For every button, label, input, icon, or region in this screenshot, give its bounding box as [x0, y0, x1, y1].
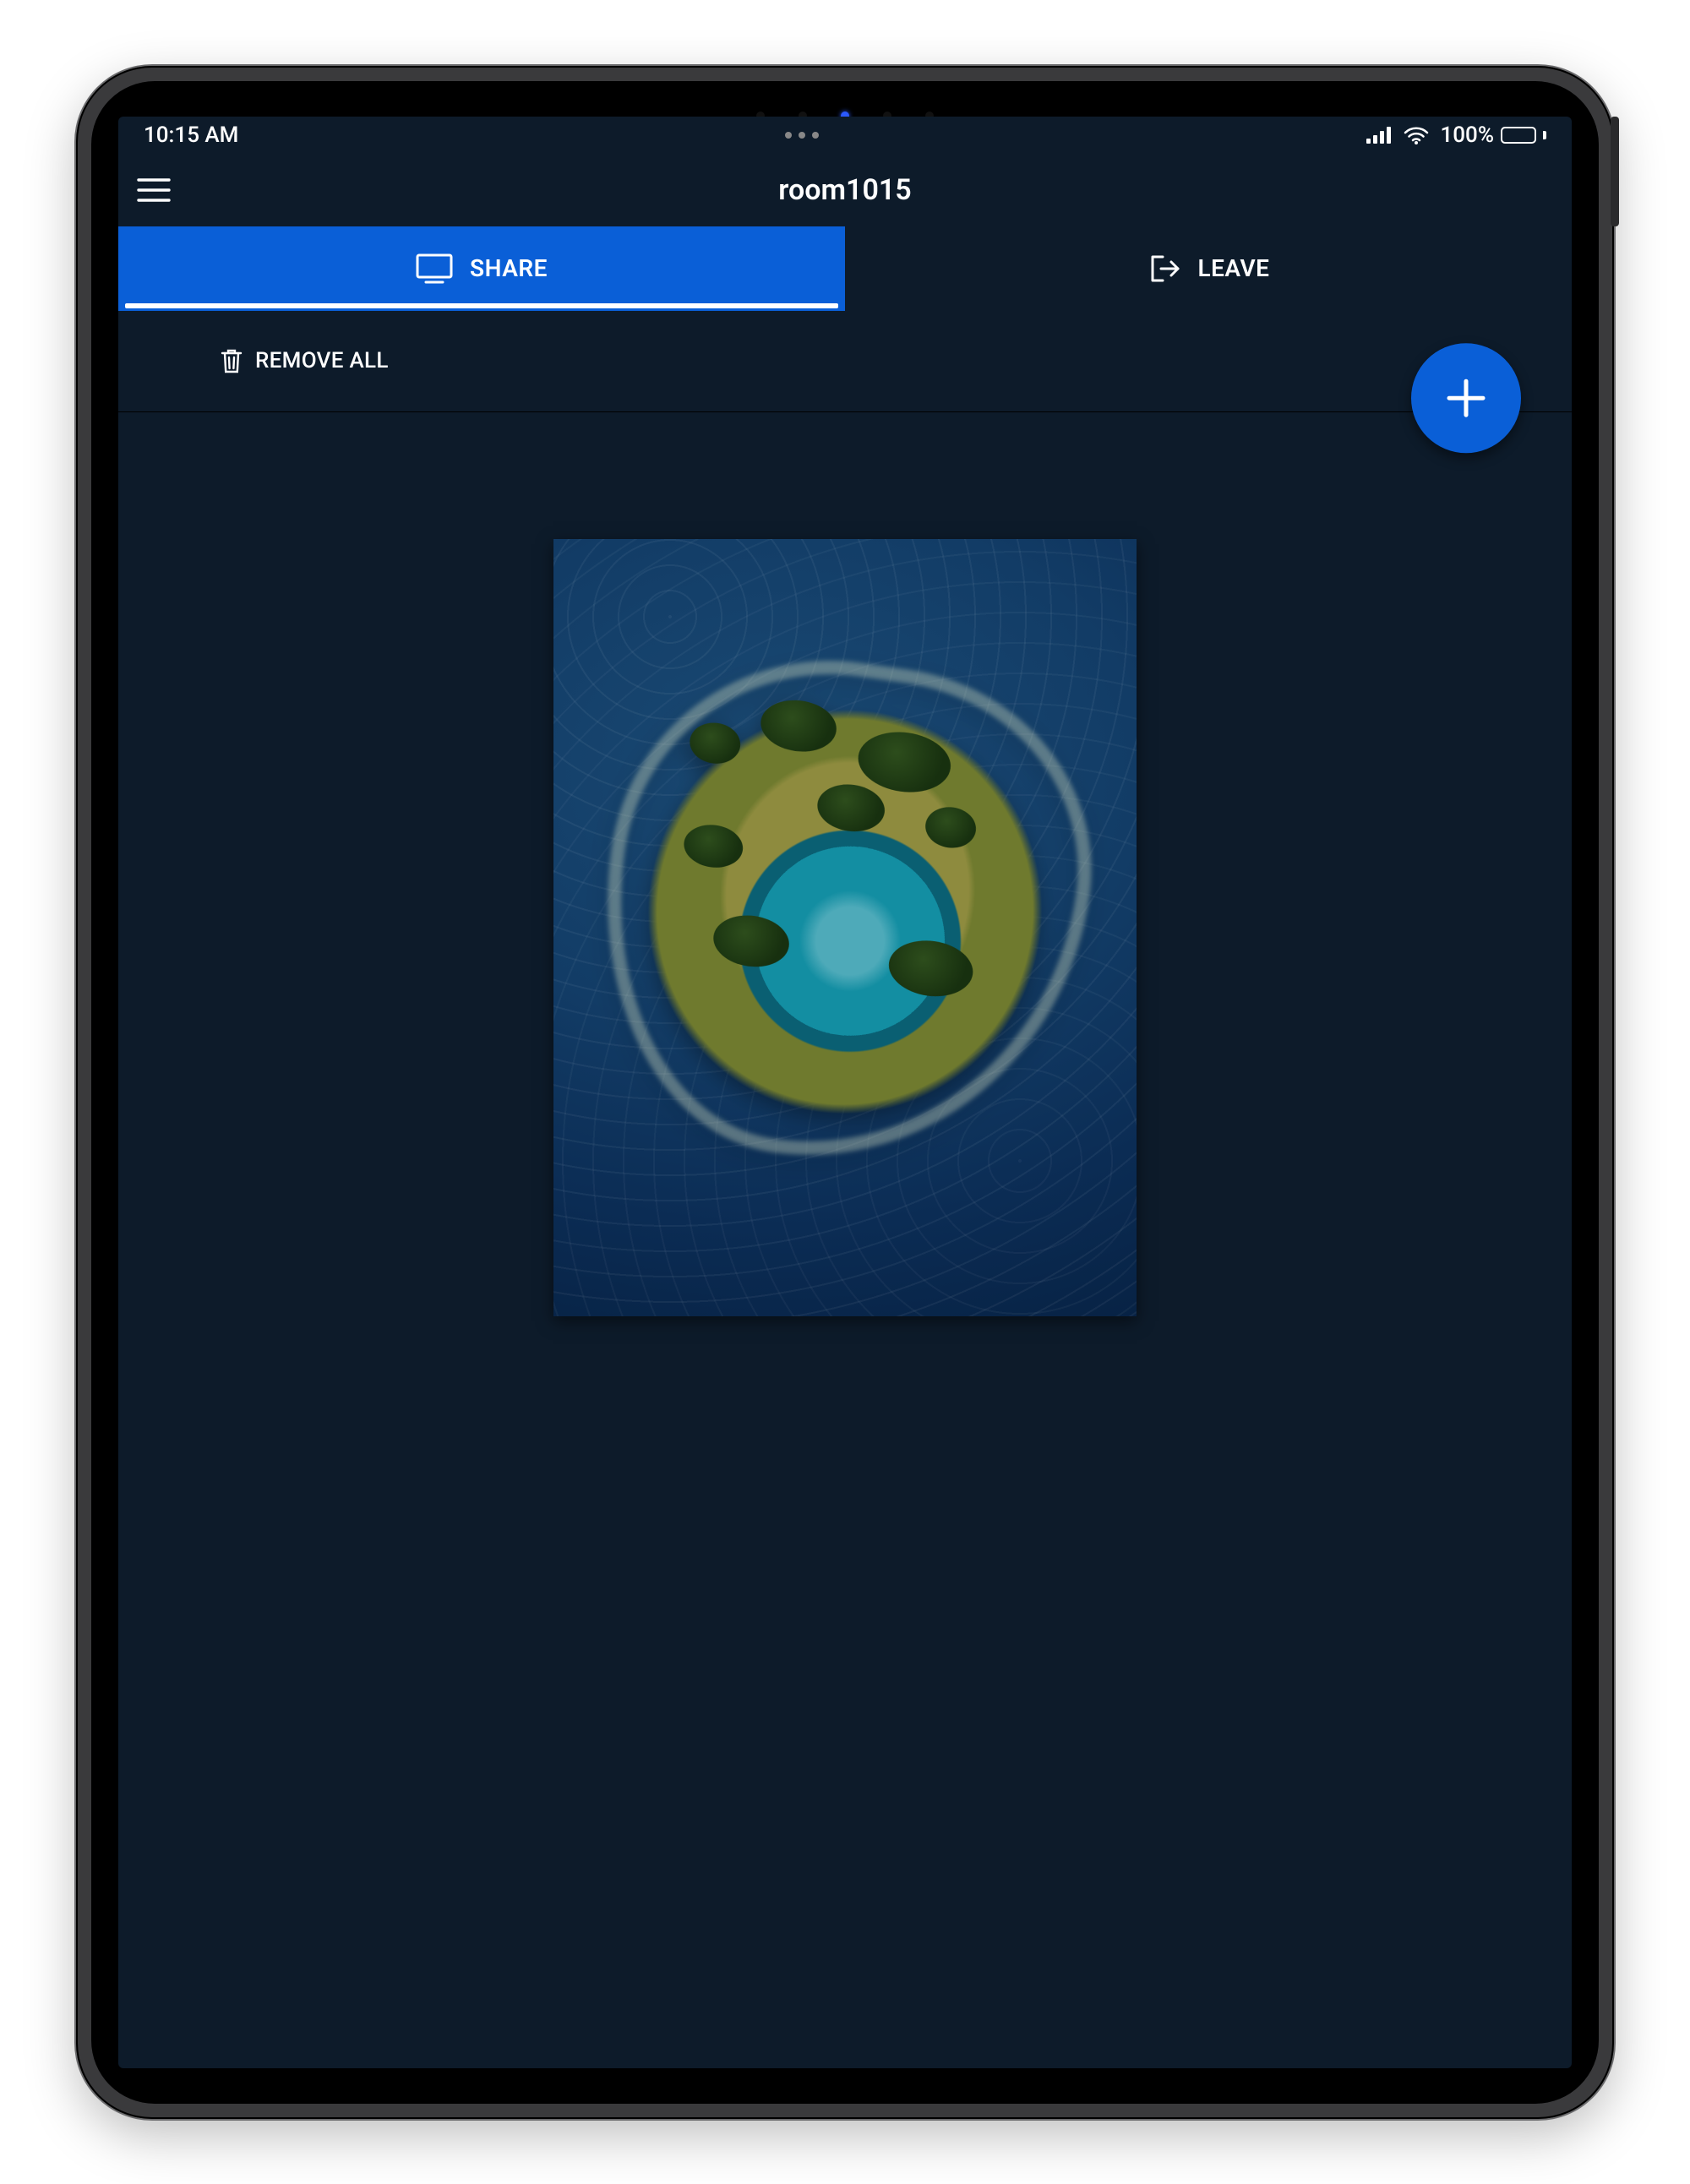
- trash-icon: [220, 348, 243, 373]
- media-thumbnail[interactable]: [553, 539, 1137, 1316]
- tab-leave[interactable]: LEAVE: [845, 226, 1572, 311]
- remove-all-button[interactable]: REMOVE ALL: [220, 348, 389, 373]
- tablet-frame: 10:15 AM 100%: [76, 66, 1614, 2119]
- toolbar: REMOVE ALL: [118, 311, 1572, 412]
- tab-share[interactable]: SHARE: [118, 226, 845, 311]
- add-button[interactable]: [1411, 343, 1521, 453]
- leave-icon: [1148, 253, 1181, 284]
- wifi-icon: [1404, 126, 1429, 144]
- plus-icon: [1441, 373, 1491, 423]
- battery-text: 100%: [1441, 123, 1494, 148]
- page-title: room1015: [778, 173, 911, 207]
- hamburger-icon: [137, 177, 171, 204]
- multitasking-dots-icon[interactable]: [785, 132, 819, 139]
- monitor-icon: [416, 253, 453, 284]
- tab-leave-label: LEAVE: [1198, 254, 1270, 282]
- menu-button[interactable]: [134, 170, 174, 210]
- status-bar: 10:15 AM 100%: [118, 117, 1572, 154]
- tablet-inner: 10:15 AM 100%: [91, 81, 1599, 2104]
- cellular-icon: [1366, 127, 1392, 144]
- battery-indicator: 100%: [1441, 123, 1546, 148]
- tab-bar: SHARE LEAVE: [118, 226, 1572, 311]
- app-header: room1015: [118, 154, 1572, 226]
- device-side-button: [1611, 117, 1619, 226]
- content-area: [118, 412, 1572, 2068]
- tab-share-label: SHARE: [470, 254, 548, 282]
- remove-all-label: REMOVE ALL: [255, 348, 389, 373]
- status-time: 10:15 AM: [144, 123, 238, 148]
- screen: 10:15 AM 100%: [118, 117, 1572, 2068]
